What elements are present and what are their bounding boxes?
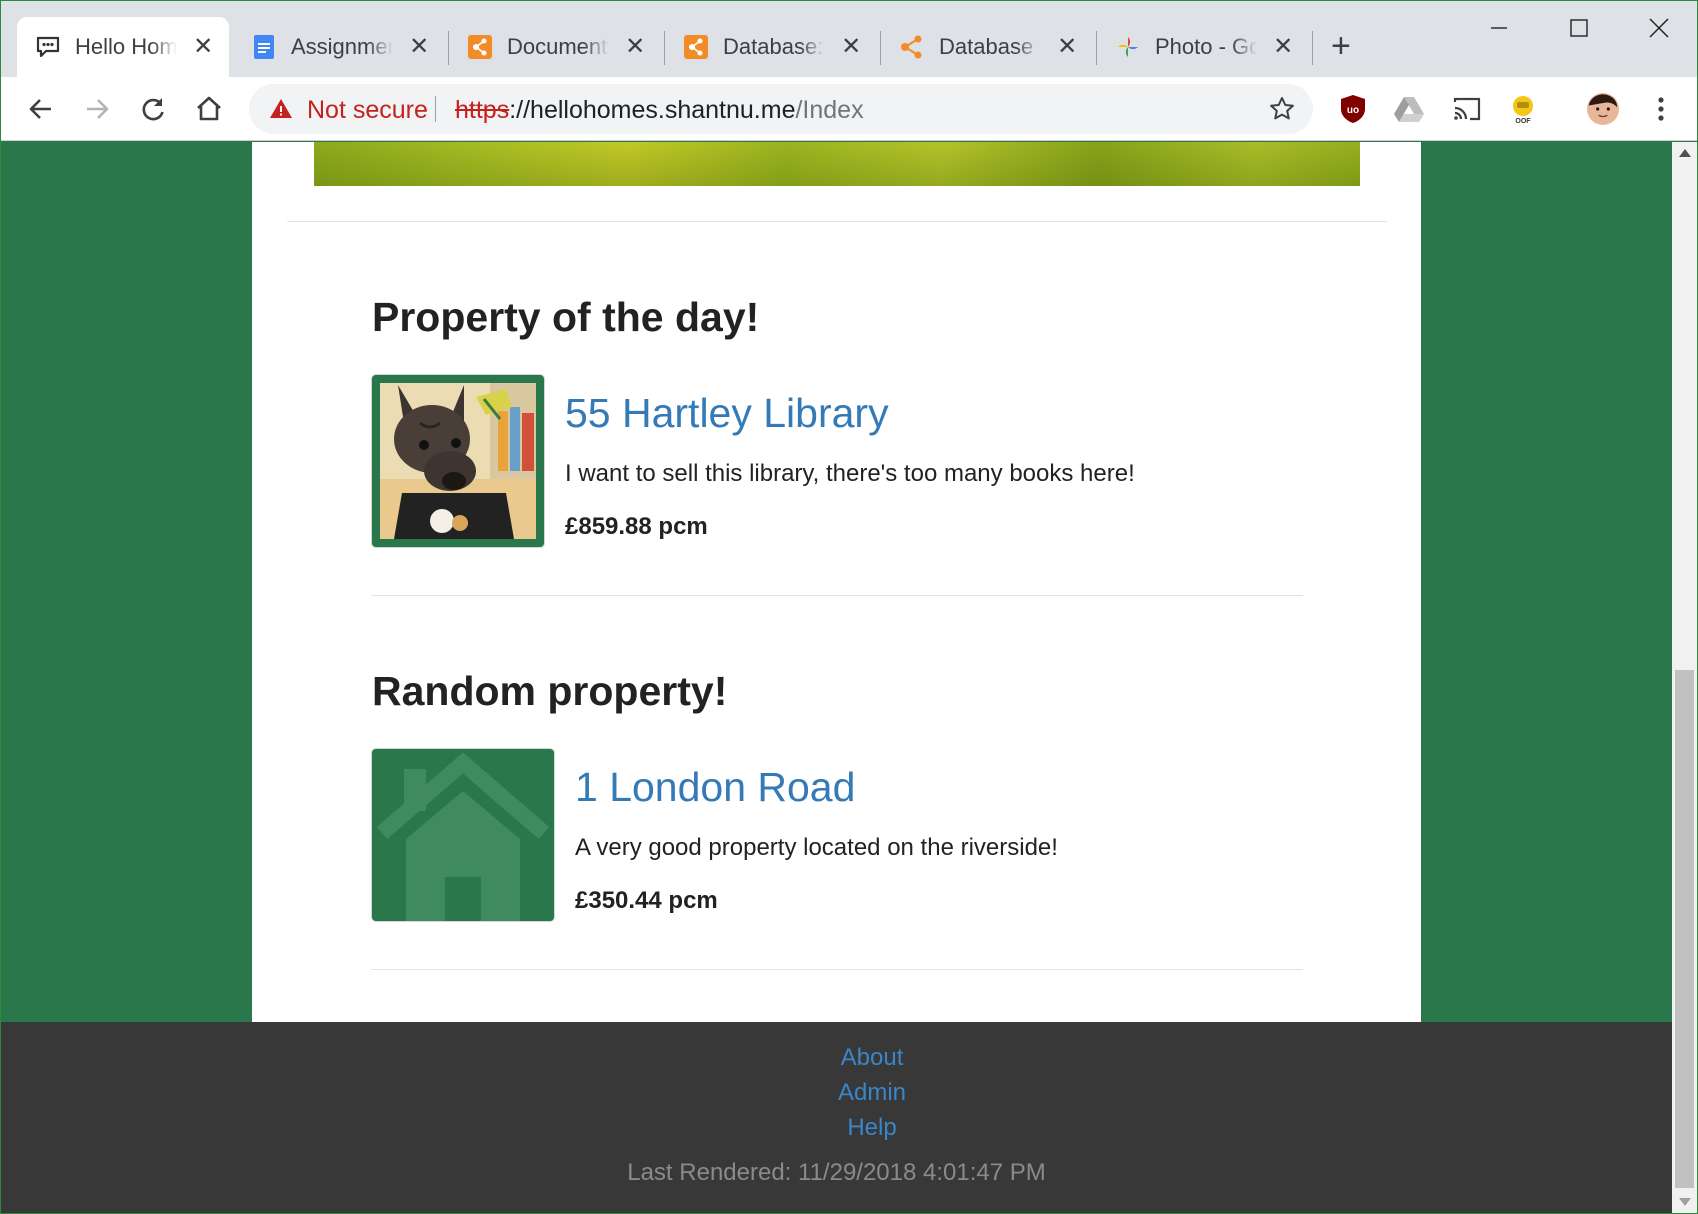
url-text[interactable]: https://hellohomes.shantnu.me/Index [455, 96, 864, 125]
main-content: Property of the day! 55 Hartley Library … [252, 142, 1421, 1022]
bookmark-star-icon[interactable] [1269, 96, 1295, 122]
featured-property-name-link[interactable]: 55 Hartley Library [565, 390, 889, 437]
divider [287, 221, 1387, 222]
azure-devops-icon [683, 34, 709, 60]
google-drive-icon[interactable] [1393, 93, 1425, 125]
share-nodes-icon [899, 34, 925, 60]
reload-icon [142, 98, 164, 121]
featured-property-image[interactable] [372, 375, 544, 547]
close-tab-icon[interactable]: ✕ [1271, 35, 1295, 59]
tab-database-l[interactable]: Database: L ✕ [665, 17, 877, 77]
home-button[interactable] [191, 91, 227, 127]
google-docs-icon [251, 34, 277, 60]
back-button[interactable] [23, 91, 59, 127]
scroll-up-button[interactable] [1672, 142, 1697, 164]
tab-title: Documents [507, 34, 610, 59]
home-icon [197, 96, 221, 121]
chat-bubble-icon [35, 34, 61, 60]
forward-button[interactable] [79, 91, 115, 127]
browser-window: Hello Home ✕ Assignment ✕ Documents ✕ Da… [0, 0, 1698, 1214]
random-property-description: A very good property located on the rive… [575, 834, 1058, 861]
browser-toolbar: Not secure https://hellohomes.shantnu.me… [1, 77, 1697, 141]
close-tab-icon[interactable]: ✕ [407, 35, 431, 59]
profile-avatar-icon[interactable] [1587, 93, 1619, 125]
triangle-up-icon [1678, 149, 1691, 157]
featured-property-price: £859.88 pcm [565, 513, 708, 540]
tab-title: Assignment [291, 34, 393, 59]
cast-icon[interactable] [1451, 93, 1483, 125]
oof-extension-icon[interactable]: OOF [1507, 93, 1539, 125]
url-host: ://hellohomes.shantnu.me [509, 96, 796, 124]
arrow-right-icon [87, 99, 109, 119]
minimize-button[interactable] [1471, 13, 1527, 43]
scroll-down-button[interactable] [1672, 1191, 1697, 1213]
tab-assignment[interactable]: Assignment ✕ [233, 17, 445, 77]
vertical-scrollbar[interactable] [1672, 142, 1697, 1213]
last-rendered-timestamp: Last Rendered: 11/29/2018 4:01:47 PM [627, 1159, 1046, 1186]
close-tab-icon[interactable]: ✕ [191, 35, 215, 59]
svg-text:uo: uo [1347, 105, 1359, 116]
close-tab-icon[interactable]: ✕ [623, 35, 647, 59]
close-icon [1649, 18, 1669, 38]
scrollbar-thumb[interactable] [1675, 670, 1694, 1188]
tab-database-d[interactable]: Database D ✕ [881, 17, 1093, 77]
tab-strip: Hello Home ✕ Assignment ✕ Documents ✕ Da… [1, 1, 1697, 77]
random-heading: Random property! [372, 668, 728, 714]
divider [371, 595, 1303, 596]
warning-icon [270, 99, 292, 118]
hero-banner-image [314, 142, 1360, 186]
page-viewport: Property of the day! 55 Hartley Library … [1, 142, 1672, 1213]
tab-title: Database: L [723, 34, 825, 59]
dog-photo [380, 383, 536, 539]
tab-hello-homes[interactable]: Hello Home ✕ [17, 17, 229, 77]
featured-property-description: I want to sell this library, there's too… [565, 460, 1135, 487]
site-footer: About Admin Help Last Rendered: 11/29/20… [1, 1022, 1672, 1213]
not-secure-label[interactable]: Not secure [307, 96, 428, 125]
tab-separator [1312, 31, 1313, 65]
svg-text:OOF: OOF [1515, 118, 1531, 124]
url-path: /Index [795, 96, 864, 124]
new-tab-button[interactable]: + [1331, 29, 1351, 63]
azure-devops-icon [467, 34, 493, 60]
featured-heading: Property of the day! [372, 294, 760, 340]
random-property-image[interactable] [372, 749, 554, 921]
tab-title: Photo - Go [1155, 34, 1258, 59]
footer-link-help[interactable]: Help [1, 1114, 1672, 1142]
reload-button[interactable] [135, 91, 171, 127]
url-scheme: https [455, 96, 510, 124]
close-window-button[interactable] [1631, 13, 1687, 43]
random-property-price: £350.44 pcm [575, 887, 718, 914]
tab-title: Database D [939, 34, 1041, 59]
arrow-left-icon [29, 99, 51, 119]
menu-kebab-icon[interactable] [1645, 93, 1677, 125]
triangle-down-icon [1678, 1198, 1691, 1206]
house-placeholder-icon [376, 752, 550, 921]
ublock-origin-icon[interactable]: uo [1337, 93, 1369, 125]
close-tab-icon[interactable]: ✕ [839, 35, 863, 59]
tab-title: Hello Home [75, 34, 178, 59]
omnibox-separator [435, 96, 436, 122]
maximize-icon [1570, 19, 1588, 37]
random-property-name-link[interactable]: 1 London Road [575, 764, 855, 811]
footer-link-about[interactable]: About [1, 1044, 1672, 1072]
maximize-button[interactable] [1551, 13, 1607, 43]
google-photos-icon [1115, 34, 1141, 60]
tab-photo[interactable]: Photo - Go ✕ [1097, 17, 1309, 77]
footer-link-admin[interactable]: Admin [1, 1079, 1672, 1107]
tab-documents[interactable]: Documents ✕ [449, 17, 661, 77]
divider [371, 969, 1303, 970]
minimize-icon [1491, 27, 1507, 29]
close-tab-icon[interactable]: ✕ [1055, 35, 1079, 59]
address-bar[interactable]: Not secure https://hellohomes.shantnu.me… [249, 84, 1313, 134]
